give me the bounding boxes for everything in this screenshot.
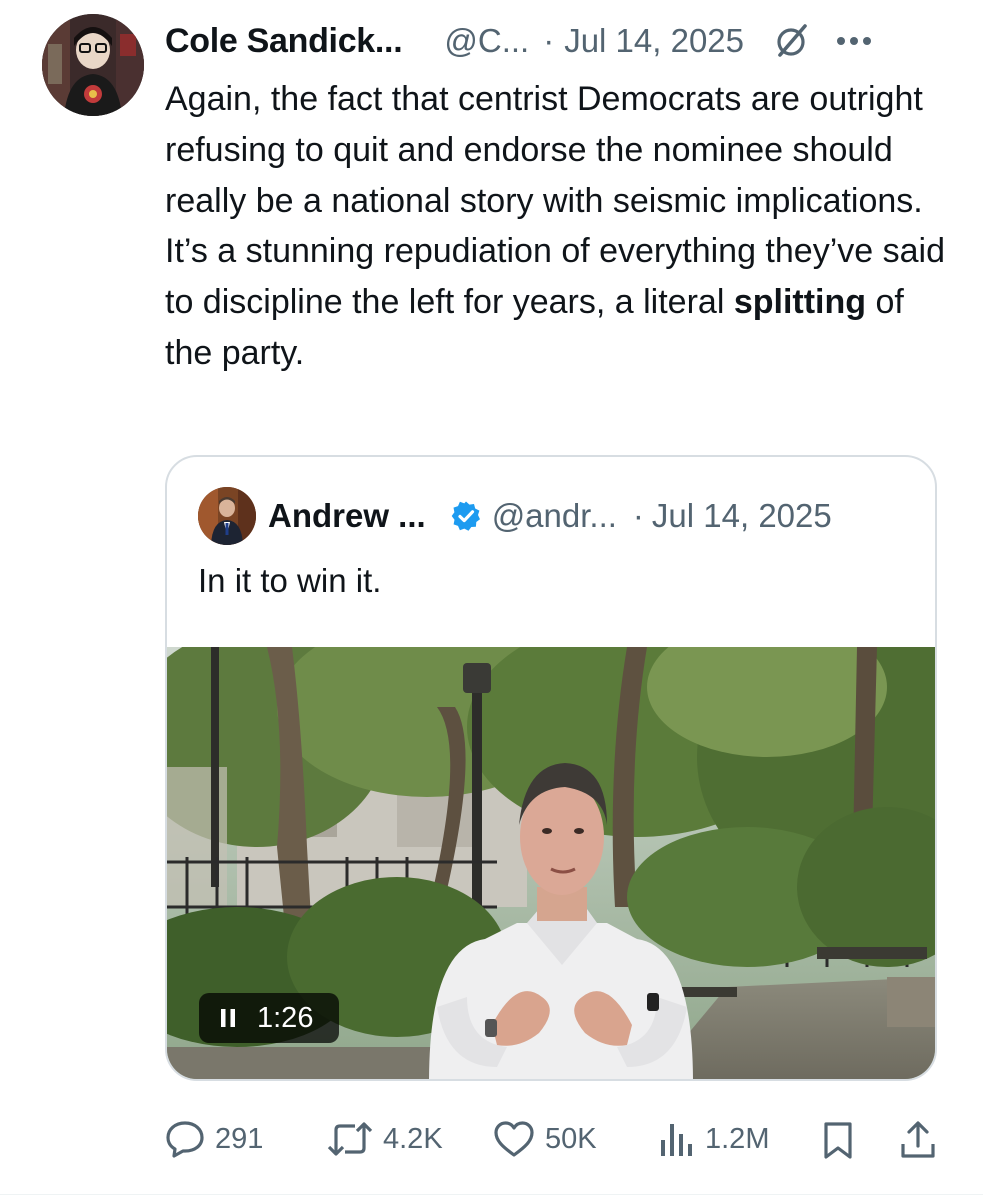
- repost-button[interactable]: 4.2K: [327, 1120, 443, 1158]
- author-avatar[interactable]: [42, 14, 144, 116]
- grok-icon[interactable]: [774, 23, 810, 59]
- like-count: 50K: [545, 1122, 597, 1155]
- views-button[interactable]: 1.2M: [659, 1120, 769, 1158]
- share-button[interactable]: [899, 1120, 937, 1160]
- video-duration: 1:26: [257, 1001, 314, 1034]
- separator-dot: ·: [543, 22, 555, 59]
- like-button[interactable]: 50K: [493, 1120, 597, 1158]
- action-bar: 291 4.2K 50K 1.2M: [165, 1114, 945, 1164]
- pause-icon[interactable]: [221, 1009, 235, 1027]
- like-icon: [493, 1120, 535, 1158]
- video-timer-badge[interactable]: 1:26: [199, 993, 339, 1043]
- verified-badge-icon: [450, 500, 482, 532]
- reply-button[interactable]: 291: [165, 1120, 263, 1158]
- quoted-post[interactable]: Andrew ... @andr... · Jul 14, 2025 In it…: [165, 455, 937, 1081]
- views-icon: [659, 1120, 695, 1158]
- quoted-author-handle[interactable]: @andr...: [492, 497, 617, 535]
- reply-icon: [165, 1120, 205, 1158]
- reply-count: 291: [215, 1122, 264, 1155]
- quoted-separator-dot: ·: [632, 497, 644, 534]
- author-handle[interactable]: @C...: [444, 22, 529, 60]
- video-player[interactable]: 1:26: [167, 647, 935, 1079]
- quoted-author-avatar[interactable]: [198, 487, 256, 545]
- repost-count: 4.2K: [383, 1122, 443, 1155]
- quoted-author-name[interactable]: Andrew ...: [268, 497, 426, 535]
- quoted-post-date[interactable]: Jul 14, 2025: [652, 497, 832, 535]
- post-text-bold: splitting: [733, 283, 867, 322]
- quoted-post-text: In it to win it.: [198, 562, 382, 599]
- author-name[interactable]: Cole Sandick...: [165, 22, 403, 61]
- bookmark-button[interactable]: [821, 1120, 855, 1160]
- post-date[interactable]: Jul 14, 2025: [564, 22, 744, 60]
- more-icon[interactable]: [836, 36, 872, 46]
- post-text: Again, the fact that centrist Democrats …: [165, 74, 955, 379]
- quoted-post-header: Andrew ... @andr... · Jul 14, 2025: [198, 487, 918, 545]
- bookmark-icon: [821, 1120, 855, 1160]
- views-count: 1.2M: [705, 1122, 770, 1155]
- repost-icon: [327, 1120, 373, 1158]
- post-header: Cole Sandick... @C... · Jul 14, 2025: [165, 16, 943, 66]
- share-icon: [899, 1120, 937, 1160]
- divider: [0, 1194, 983, 1195]
